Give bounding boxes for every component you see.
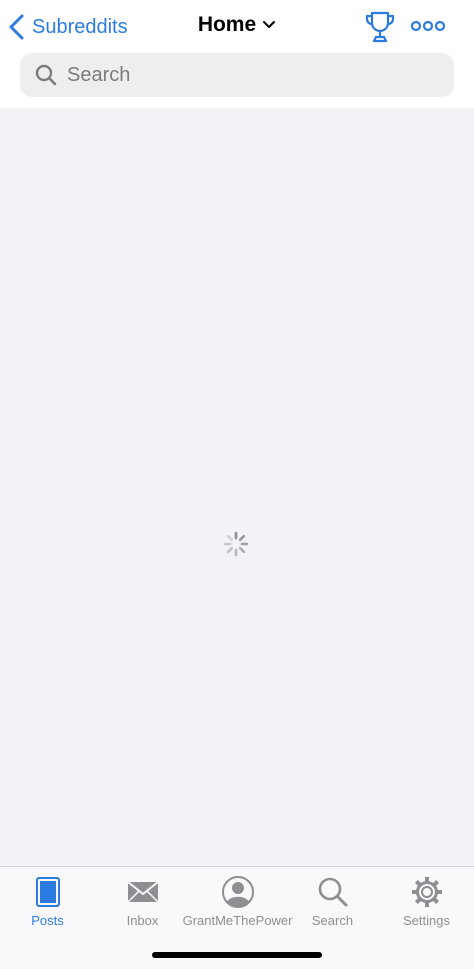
activity-spinner-icon: [223, 531, 249, 557]
magnifier-icon: [318, 877, 347, 907]
tab-search[interactable]: Search: [285, 867, 380, 933]
feed-selector[interactable]: Home: [198, 13, 276, 37]
trophy-icon[interactable]: [364, 10, 396, 44]
ellipsis-icon[interactable]: [410, 14, 446, 38]
account-icon: [221, 876, 254, 908]
tab-account[interactable]: GrantMeThePower: [183, 867, 292, 933]
tab-posts-label: Posts: [31, 913, 64, 928]
tab-inbox-label: Inbox: [126, 913, 159, 928]
chevron-down-icon: [263, 21, 276, 28]
tab-search-label: Search: [311, 913, 354, 928]
tab-inbox[interactable]: Inbox: [95, 867, 190, 933]
search-icon: [35, 64, 57, 86]
chevron-left-icon: [9, 14, 24, 40]
back-button[interactable]: Subreddits: [8, 12, 128, 42]
envelope-icon: [126, 881, 159, 903]
feed-content: [0, 108, 474, 866]
back-button-label: Subreddits: [32, 15, 128, 38]
gear-icon: [411, 877, 442, 907]
home-indicator: [152, 952, 322, 958]
search-field[interactable]: Search: [20, 53, 454, 97]
tab-settings-label: Settings: [403, 913, 450, 928]
tab-account-label: GrantMeThePower: [182, 913, 293, 928]
search-placeholder: Search: [67, 63, 131, 86]
tab-settings[interactable]: Settings: [379, 867, 474, 933]
tab-posts[interactable]: Posts: [0, 867, 95, 933]
navigation-bar: Subreddits Home Search: [0, 0, 474, 108]
posts-icon: [35, 877, 60, 907]
page-title: Home: [197, 13, 257, 36]
